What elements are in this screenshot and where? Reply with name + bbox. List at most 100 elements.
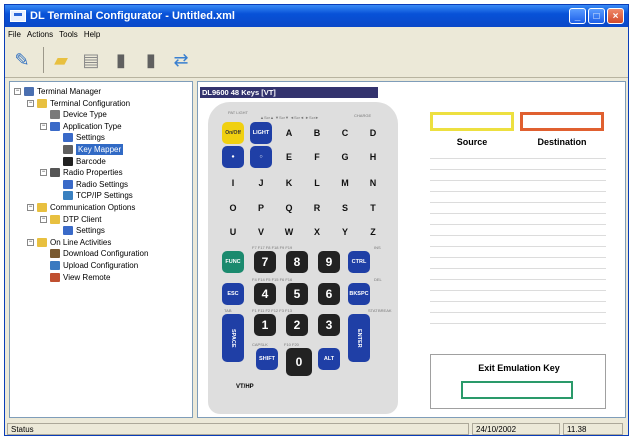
key-0[interactable]: 0	[286, 348, 312, 376]
key-on-off[interactable]: On/Off	[222, 122, 244, 144]
tree-item-device-type[interactable]: Device Type	[40, 109, 107, 120]
key-light[interactable]: LIGHT	[250, 122, 272, 144]
upload-terminal-icon[interactable]: ▮	[108, 47, 134, 73]
key-b[interactable]: B	[306, 122, 328, 144]
download-terminal-icon[interactable]: ▮	[138, 47, 164, 73]
key-x[interactable]: X	[306, 221, 328, 243]
key-2[interactable]: 2	[286, 314, 308, 336]
tree-toggle-icon[interactable]: −	[14, 88, 21, 95]
key-7[interactable]: 7	[254, 251, 276, 273]
key-o[interactable]: O	[222, 197, 244, 219]
tree-item-download-configuration[interactable]: Download Configuration	[40, 248, 148, 259]
key-3[interactable]: 3	[318, 314, 340, 336]
key-alt[interactable]: ALT	[318, 348, 340, 370]
mapping-row[interactable]	[430, 313, 606, 324]
mapping-row[interactable]	[430, 269, 606, 280]
key-space[interactable]: SPACE	[222, 314, 244, 362]
key-g[interactable]: G	[334, 146, 356, 168]
mapping-row[interactable]	[430, 148, 606, 159]
key-8[interactable]: 8	[286, 251, 308, 273]
tree-item-terminal-manager[interactable]: − Terminal Manager	[14, 86, 101, 97]
key-i[interactable]: I	[222, 172, 244, 194]
key-c[interactable]: C	[334, 122, 356, 144]
key-j[interactable]: J	[250, 172, 272, 194]
key-func[interactable]: FUNC	[222, 251, 244, 273]
tree-item-on-line-activities[interactable]: − On Line Activities	[27, 237, 111, 248]
key-e[interactable]: E	[278, 146, 300, 168]
key-4[interactable]: 4	[254, 283, 276, 305]
key-f[interactable]: F	[306, 146, 328, 168]
key-enter[interactable]: ENTER	[348, 314, 370, 362]
key-bkspc[interactable]: BKSPC	[348, 283, 370, 305]
key-shift[interactable]: SHIFT	[256, 348, 278, 370]
mapping-row[interactable]	[430, 258, 606, 269]
source-key-box[interactable]	[430, 112, 514, 131]
key-w[interactable]: W	[278, 221, 300, 243]
tree-item-terminal-configuration[interactable]: − Terminal Configuration	[27, 98, 130, 109]
mapping-list[interactable]	[430, 148, 606, 336]
mapping-row[interactable]	[430, 291, 606, 302]
tree-toggle-icon[interactable]: −	[40, 122, 47, 130]
tree-item-key-mapper[interactable]: Key Mapper	[53, 144, 124, 155]
mapping-row[interactable]	[430, 225, 606, 236]
key-q[interactable]: Q	[278, 197, 300, 219]
tree-item-view-remote[interactable]: View Remote	[40, 272, 110, 283]
tree-item-settings[interactable]: Settings	[53, 225, 105, 236]
key-r[interactable]: R	[306, 197, 328, 219]
key-[interactable]: ●	[222, 146, 244, 168]
key-h[interactable]: H	[362, 146, 384, 168]
key-p[interactable]: P	[250, 197, 272, 219]
key-v[interactable]: V	[250, 221, 272, 243]
key-1[interactable]: 1	[254, 314, 276, 336]
mapping-row[interactable]	[430, 247, 606, 258]
tree-item-dtp-client[interactable]: − DTP Client	[40, 214, 102, 225]
key-n[interactable]: N	[362, 172, 384, 194]
key-6[interactable]: 6	[318, 283, 340, 305]
menu-actions[interactable]: Actions	[24, 30, 56, 39]
mapping-row[interactable]	[430, 236, 606, 247]
menu-tools[interactable]: Tools	[56, 30, 81, 39]
mapping-row[interactable]	[430, 181, 606, 192]
key-a[interactable]: A	[278, 122, 300, 144]
key-9[interactable]: 9	[318, 251, 340, 273]
menu-help[interactable]: Help	[81, 30, 103, 39]
key-z[interactable]: Z	[362, 221, 384, 243]
mapping-row[interactable]	[430, 302, 606, 313]
mapping-row[interactable]	[430, 170, 606, 181]
open-folder-icon[interactable]: ▰	[48, 47, 74, 73]
tree-item-communication-options[interactable]: − Communication Options	[27, 202, 135, 213]
exit-emulation-field[interactable]	[461, 381, 573, 399]
menu-file[interactable]: File	[5, 30, 24, 39]
tree-item-upload-configuration[interactable]: Upload Configuration	[40, 260, 138, 271]
key-d[interactable]: D	[362, 122, 384, 144]
tree-toggle-icon[interactable]: −	[27, 204, 34, 211]
edit-document-icon[interactable]: ✎	[9, 47, 35, 73]
minimize-button[interactable]: _	[569, 8, 586, 24]
connect-icon[interactable]: ⇄	[168, 47, 194, 73]
close-button[interactable]: ×	[607, 8, 624, 24]
key-[interactable]: ○	[250, 146, 272, 168]
tree-item-radio-settings[interactable]: Radio Settings	[53, 179, 128, 190]
mapping-row[interactable]	[430, 159, 606, 170]
maximize-button[interactable]: □	[588, 8, 605, 24]
key-y[interactable]: Y	[334, 221, 356, 243]
mapping-row[interactable]	[430, 214, 606, 225]
tree-toggle-icon[interactable]: −	[27, 238, 34, 246]
key-t[interactable]: T	[362, 197, 384, 219]
tree-toggle-icon[interactable]: −	[40, 169, 47, 177]
tree-item-application-type[interactable]: − Application Type	[40, 121, 122, 132]
key-ctrl[interactable]: CTRL	[348, 251, 370, 273]
key-m[interactable]: M	[334, 172, 356, 194]
key-k[interactable]: K	[278, 172, 300, 194]
key-5[interactable]: 5	[286, 283, 308, 305]
mapping-row[interactable]	[430, 192, 606, 203]
tree-toggle-icon[interactable]: −	[27, 99, 34, 107]
key-l[interactable]: L	[306, 172, 328, 194]
tree-item-radio-properties[interactable]: − Radio Properties	[40, 167, 123, 178]
tree-toggle-icon[interactable]: −	[40, 215, 47, 223]
key-u[interactable]: U	[222, 221, 244, 243]
destination-key-box[interactable]	[520, 112, 604, 131]
mapping-row[interactable]	[430, 203, 606, 214]
tree-item-settings[interactable]: Settings	[53, 132, 105, 143]
key-s[interactable]: S	[334, 197, 356, 219]
